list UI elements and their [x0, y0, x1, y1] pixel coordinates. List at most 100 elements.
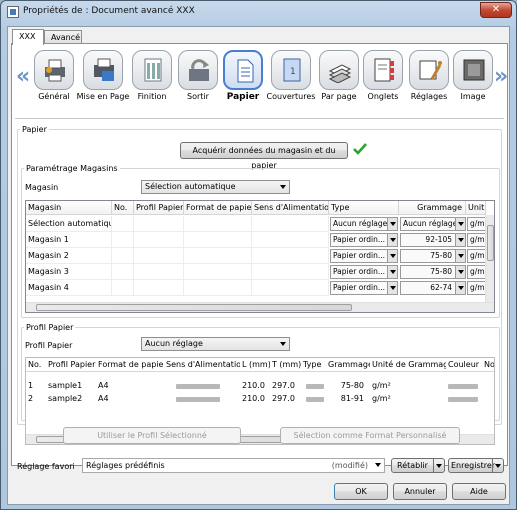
tray-table: Magasin No. Profil Papier Format de papi… — [25, 200, 495, 313]
tray-col-header[interactable]: Sens d'Alimentation — [252, 201, 329, 215]
redacted-type-value — [306, 397, 324, 402]
tab-avance[interactable]: Avancé — [44, 30, 82, 44]
scroll-left-arrow-icon[interactable]: « — [16, 64, 30, 89]
tray-unit-select[interactable]: g/m — [467, 217, 487, 231]
reset-button[interactable]: Rétablir — [391, 458, 445, 473]
tray-format-cell — [184, 264, 252, 280]
tray-col-header[interactable]: Type — [329, 201, 399, 215]
profile-col-header[interactable]: L (mm) — [240, 358, 270, 372]
tray-unit-select[interactable]: g/m — [467, 233, 487, 247]
scroll-thumb[interactable] — [36, 304, 352, 311]
chevron-down-icon — [387, 218, 397, 230]
tray-weight-select[interactable]: 75-80 — [400, 249, 466, 263]
tray-type-select[interactable]: Papier ordin... — [330, 265, 398, 279]
tray-type-select[interactable]: Papier ordin... — [330, 281, 398, 295]
tray-unit-select[interactable]: g/m — [467, 249, 487, 263]
tray-unit-value: g/m — [470, 219, 485, 228]
chevron-down-icon — [455, 250, 465, 262]
tray-no-cell — [112, 232, 134, 248]
chevron-down-icon[interactable] — [492, 459, 503, 472]
chevron-down-icon — [280, 185, 286, 189]
chevron-down-icon — [280, 342, 286, 346]
layout-icon — [94, 58, 114, 81]
tray-col-header[interactable]: Format de papier — [184, 201, 252, 215]
toolbar-image-label: Image — [460, 92, 486, 101]
check-icon — [353, 143, 367, 155]
chevron-down-icon[interactable] — [433, 459, 444, 472]
tray-table-hscroll[interactable] — [26, 302, 494, 312]
tray-select[interactable]: Sélection automatique — [141, 180, 290, 194]
cancel-button[interactable]: Annuler — [393, 483, 447, 500]
toolbar-general-button[interactable]: Général — [32, 50, 76, 101]
profile-col-header[interactable]: No. — [26, 358, 46, 372]
chevron-down-icon — [455, 282, 465, 294]
profile-name-cell: sample2 — [48, 394, 83, 403]
tray-profile-cell — [134, 248, 184, 264]
profile-col-header[interactable]: Couleur — [446, 358, 482, 372]
save-label: Enregistrer — [451, 461, 496, 470]
adjustments-icon — [419, 60, 442, 80]
tab-xxx[interactable]: XXX — [12, 29, 44, 45]
tray-col-header[interactable]: Grammage — [399, 201, 466, 215]
profile-height-cell: 297.0 — [272, 394, 295, 403]
ok-button[interactable]: OK — [334, 483, 388, 500]
use-selected-profile-button[interactable]: Utiliser le Profil Sélectionné — [63, 427, 241, 444]
tray-unit-select[interactable]: g/m — [467, 265, 487, 279]
help-button[interactable]: Aide — [452, 483, 506, 500]
chevron-down-icon — [455, 218, 465, 230]
tray-weight-select[interactable]: 75-80 — [400, 265, 466, 279]
tray-no-cell — [112, 264, 134, 280]
acquire-tray-data-button[interactable]: Acquérir données du magasin et du papier — [180, 142, 348, 170]
profile-col-header[interactable]: Profil Papier — [46, 358, 96, 372]
profile-col-header[interactable]: Nor — [482, 358, 494, 372]
set-custom-format-button[interactable]: Sélection comme Format Personnalisé — [280, 427, 460, 444]
profile-format-cell: A4 — [98, 394, 109, 403]
save-favorite-button[interactable]: Enregistrer — [448, 458, 504, 473]
tray-table-vscroll[interactable] — [485, 215, 494, 302]
profile-col-header[interactable]: Sens d'Alimentation — [164, 358, 240, 372]
tray-weight-select[interactable]: 62-74 — [400, 281, 466, 295]
chevron-down-icon — [387, 250, 397, 262]
tray-type-select[interactable]: Aucun réglage — [330, 217, 398, 231]
tray-profile-cell — [134, 280, 184, 296]
profile-select[interactable]: Aucun réglage — [141, 337, 290, 351]
tray-weight-select[interactable]: 92-105 — [400, 233, 466, 247]
profile-col-header[interactable]: Format de papier — [96, 358, 164, 372]
finishing-icon — [144, 58, 162, 82]
tray-settings-label: Paramétrage Magasins — [24, 164, 120, 173]
close-button[interactable]: ✕ — [480, 2, 512, 18]
tray-col-header[interactable]: No. — [112, 201, 134, 215]
chevron-down-icon — [387, 266, 397, 278]
tray-profile-cell — [134, 216, 184, 232]
toolbar-image-button[interactable]: Image — [451, 50, 495, 101]
tray-type-value: Aucun réglage — [333, 219, 388, 228]
profile-col-header[interactable]: Unité de Grammage — [370, 358, 446, 372]
properties-window: Propriétés de : Document avancé XXX ✕ XX… — [0, 0, 517, 510]
tray-weight-value: 92-105 — [425, 235, 452, 244]
favorite-select[interactable]: Réglages prédéfinis (modifié) — [82, 458, 385, 473]
profile-col-header[interactable]: Grammage — [326, 358, 370, 372]
redacted-feed-value — [176, 384, 220, 389]
tray-col-header[interactable]: Unit — [466, 201, 486, 215]
tray-col-header[interactable]: Profil Papier — [134, 201, 184, 215]
scroll-right-arrow-icon[interactable]: » — [494, 64, 508, 89]
tray-profile-cell — [134, 232, 184, 248]
scroll-thumb[interactable] — [487, 225, 494, 261]
tray-type-select[interactable]: Papier ordin... — [330, 249, 398, 263]
favorite-value: Réglages prédéfinis — [86, 461, 165, 470]
chevron-down-icon — [387, 282, 397, 294]
profile-col-header[interactable]: Type — [301, 358, 326, 372]
tray-unit-select[interactable]: g/m — [467, 281, 487, 295]
tray-weight-select[interactable]: Aucun réglage — [400, 217, 466, 231]
feature-toolbar: « Général Mise en Page Finition Sortir P… — [12, 44, 508, 116]
svg-text:1: 1 — [290, 67, 296, 77]
profile-col-header[interactable]: T (mm) — [270, 358, 301, 372]
tabs-icon — [374, 58, 394, 82]
tray-unit-value: g/m — [470, 251, 485, 260]
toolbar-layout-button[interactable]: Mise en Page — [77, 50, 129, 101]
tray-col-header[interactable]: Magasin — [26, 201, 112, 215]
profile-no-cell: 2 — [28, 394, 34, 403]
tray-profile-cell — [134, 264, 184, 280]
tray-feed-cell — [252, 248, 329, 264]
tray-type-select[interactable]: Papier ordin... — [330, 233, 398, 247]
